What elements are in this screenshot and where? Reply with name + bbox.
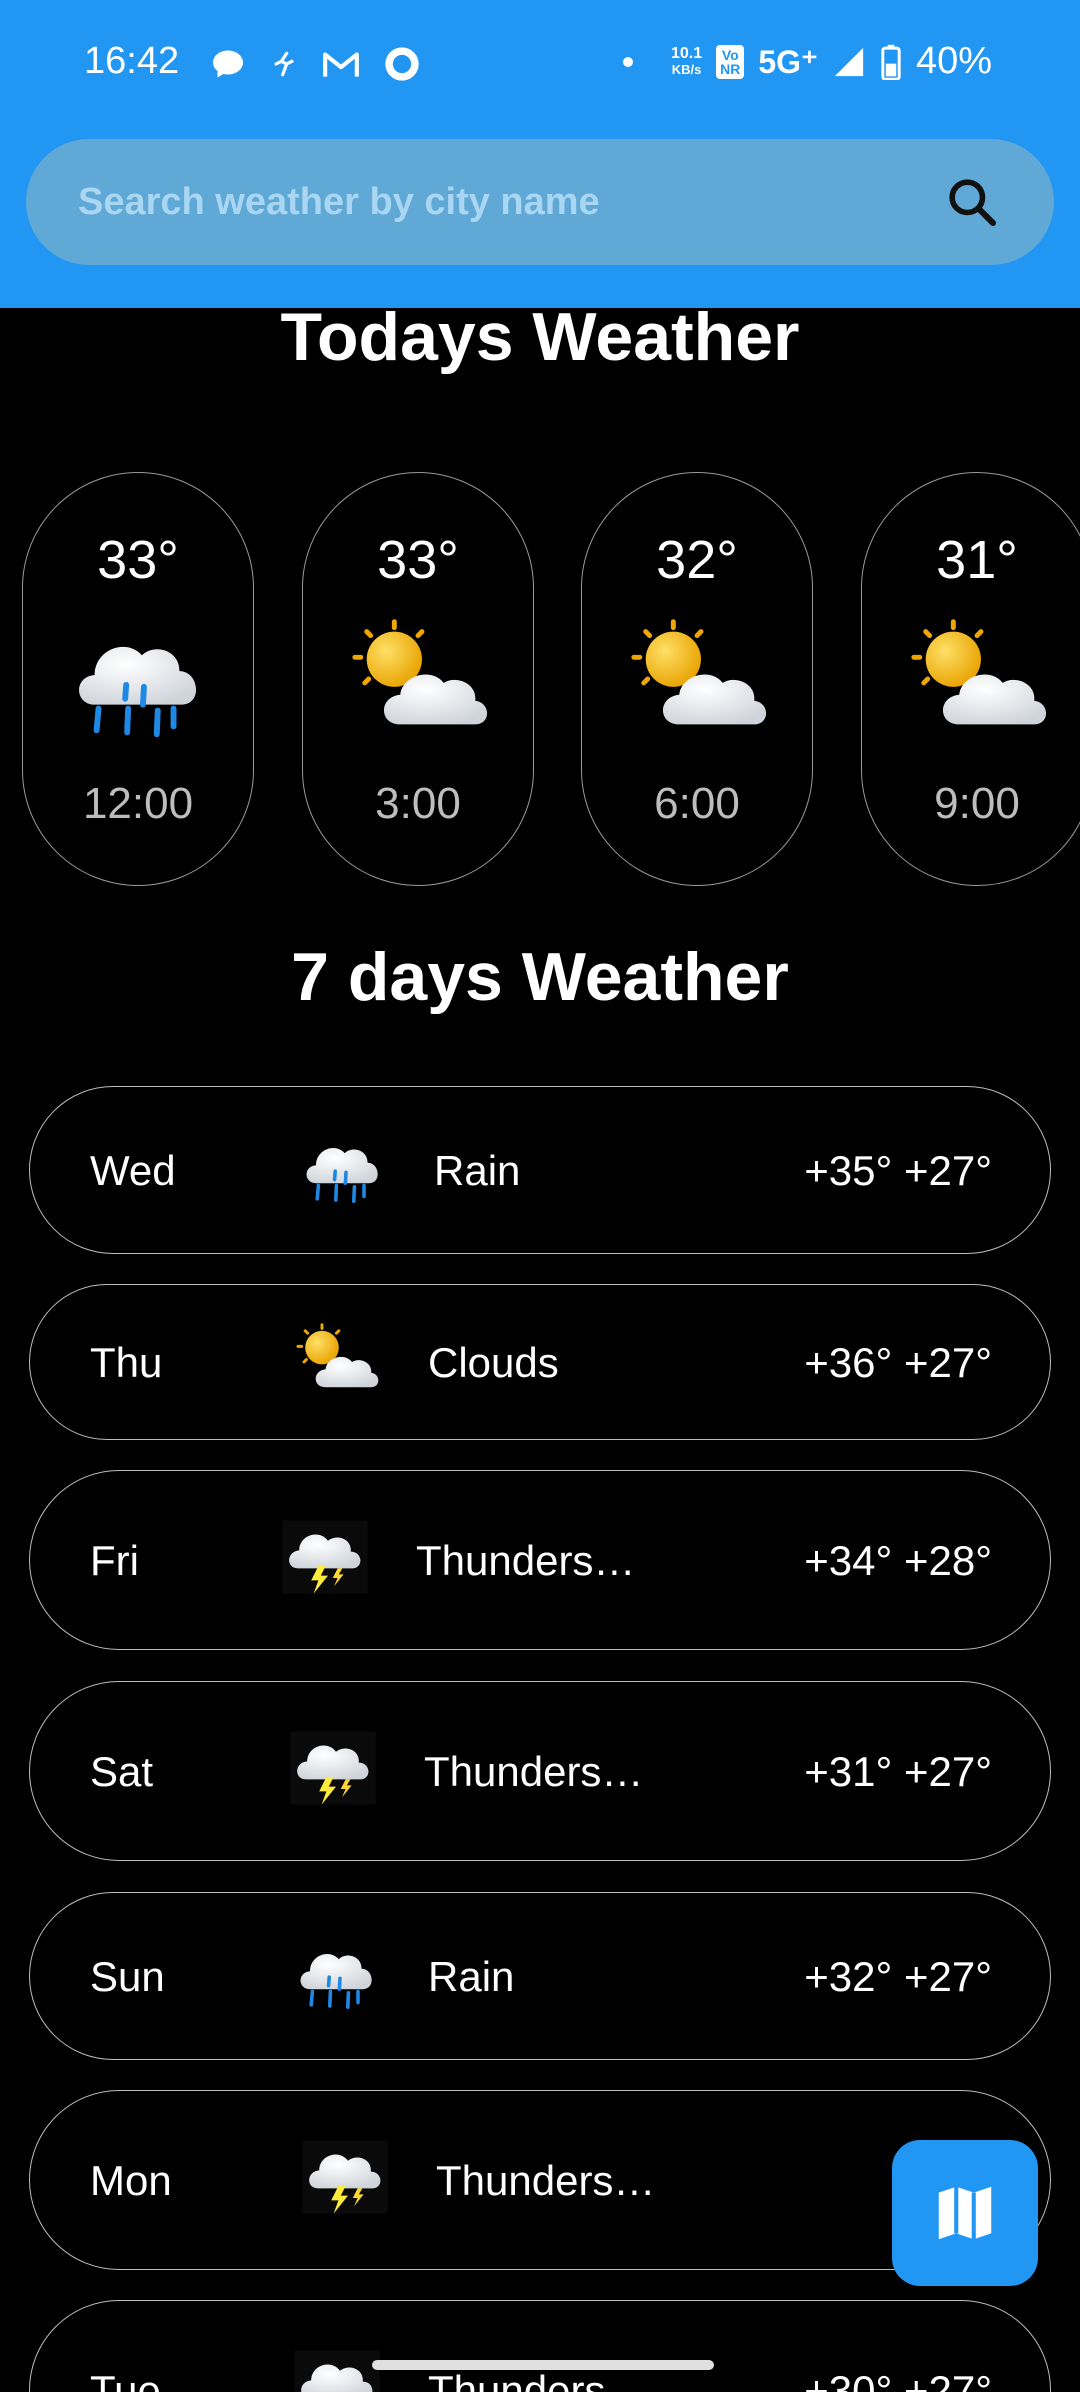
home-indicator[interactable] (372, 2360, 714, 2370)
daily-row-tue[interactable]: Tue Thunders… +30° +27° (29, 2300, 1051, 2392)
rain-weather-icon (292, 1933, 382, 2013)
map-button[interactable] (892, 2140, 1038, 2286)
signal-icon (832, 45, 866, 79)
hourly-card: 33° 12:00 (22, 472, 254, 886)
weather-description: Thunders… (428, 2367, 648, 2392)
city-search-input[interactable] (78, 139, 918, 265)
day-name: Fri (90, 1537, 139, 1584)
hourly-time: 12:00 (82, 779, 194, 828)
day-name: Sat (90, 1748, 154, 1795)
hourly-temp: 31° (936, 530, 1018, 590)
temperature-range: +36° +27° (804, 1339, 992, 1386)
search-bar (26, 139, 1054, 265)
gmail-icon (322, 49, 360, 79)
day-name: Wed (90, 1147, 176, 1194)
map-icon (938, 2186, 992, 2240)
weather-description: Thunders… (424, 1748, 644, 1795)
notification-icons (210, 44, 422, 84)
hourly-card: 32° 6:00 (581, 472, 813, 886)
temperature-range: +30° +27° (804, 2367, 992, 2392)
thunder-weather-icon (292, 2347, 382, 2392)
partly-cloudy-weather-icon (904, 613, 1052, 743)
status-bar: 16:42 10.1 KB/s Vo NR 5G⁺ 40% (0, 0, 1080, 126)
partly-cloudy-weather-icon (624, 613, 772, 743)
rain-weather-icon (298, 1127, 388, 1207)
daily-row-thu[interactable]: Thu Clouds +36° +27° (29, 1284, 1051, 1440)
net-speed-value: 10.1 (670, 44, 703, 62)
weather-description: Rain (428, 1953, 515, 2000)
weather-description: Thunders… (416, 1537, 636, 1584)
partly-cloudy-weather-icon (292, 1319, 382, 1399)
battery-level: 40% (915, 40, 992, 82)
weather-description: Rain (434, 1147, 521, 1194)
app-header: 16:42 10.1 KB/s Vo NR 5G⁺ 40% Search wea… (0, 0, 1080, 308)
daily-row-sat[interactable]: Sat Thunders… +31° +27° (29, 1681, 1051, 1861)
weather-description: Thunders… (436, 2157, 656, 2204)
hourly-time: 9:00 (934, 779, 1020, 828)
daily-row-fri[interactable]: Fri Thunders… +34° +28° (29, 1470, 1051, 1650)
status-time: 16:42 (84, 40, 180, 82)
day-name: Mon (90, 2157, 172, 2204)
seven-days-title: 7 days Weather (291, 939, 789, 1015)
hourly-temp: 33° (97, 530, 179, 590)
search-button[interactable] (942, 172, 1002, 232)
hourly-temp: 33° (377, 530, 459, 590)
dot-icon (622, 56, 633, 67)
net-speed: 10.1 KB/s (670, 44, 703, 78)
search-icon (949, 179, 997, 227)
network-type: 5G⁺ (758, 43, 818, 80)
partly-cloudy-weather-icon (345, 613, 493, 743)
hourly-card: 31° 9:00 (861, 472, 1080, 886)
rain-weather-icon (65, 613, 213, 743)
temperature-range: +34° +28° (804, 1537, 992, 1584)
weather-description: Clouds (428, 1339, 559, 1386)
temperature-range: +32° +27° (804, 1953, 992, 2000)
hourly-time: 6:00 (654, 779, 740, 828)
temperature-range: +35° +27° (804, 1147, 992, 1194)
circle-app-icon (382, 44, 422, 84)
daily-row-wed[interactable]: Wed Rain +35° +27° (29, 1086, 1051, 1254)
hourly-card: 33° 3:00 (302, 472, 534, 886)
fitness-icon (268, 48, 300, 80)
thunder-weather-icon (288, 1728, 378, 1808)
battery-icon (880, 44, 902, 80)
daily-row-sun[interactable]: Sun Rain +32° +27° (29, 1892, 1051, 2060)
hourly-time: 3:00 (375, 779, 461, 828)
system-icons: 10.1 KB/s Vo NR 5G⁺ 40% (622, 40, 992, 83)
net-speed-unit: KB/s (671, 61, 702, 77)
day-name: Tue (90, 2367, 161, 2392)
day-name: Sun (90, 1953, 165, 2000)
todays-weather-title: Todays Weather (280, 299, 800, 375)
vonr-badge: Vo NR (716, 44, 745, 79)
day-name: Thu (90, 1339, 163, 1386)
chat-icon (210, 46, 246, 82)
hourly-temp: 32° (656, 530, 738, 590)
thunder-weather-icon (300, 2137, 390, 2217)
thunder-weather-icon (280, 1517, 370, 1597)
temperature-range: +31° +27° (804, 1748, 992, 1795)
